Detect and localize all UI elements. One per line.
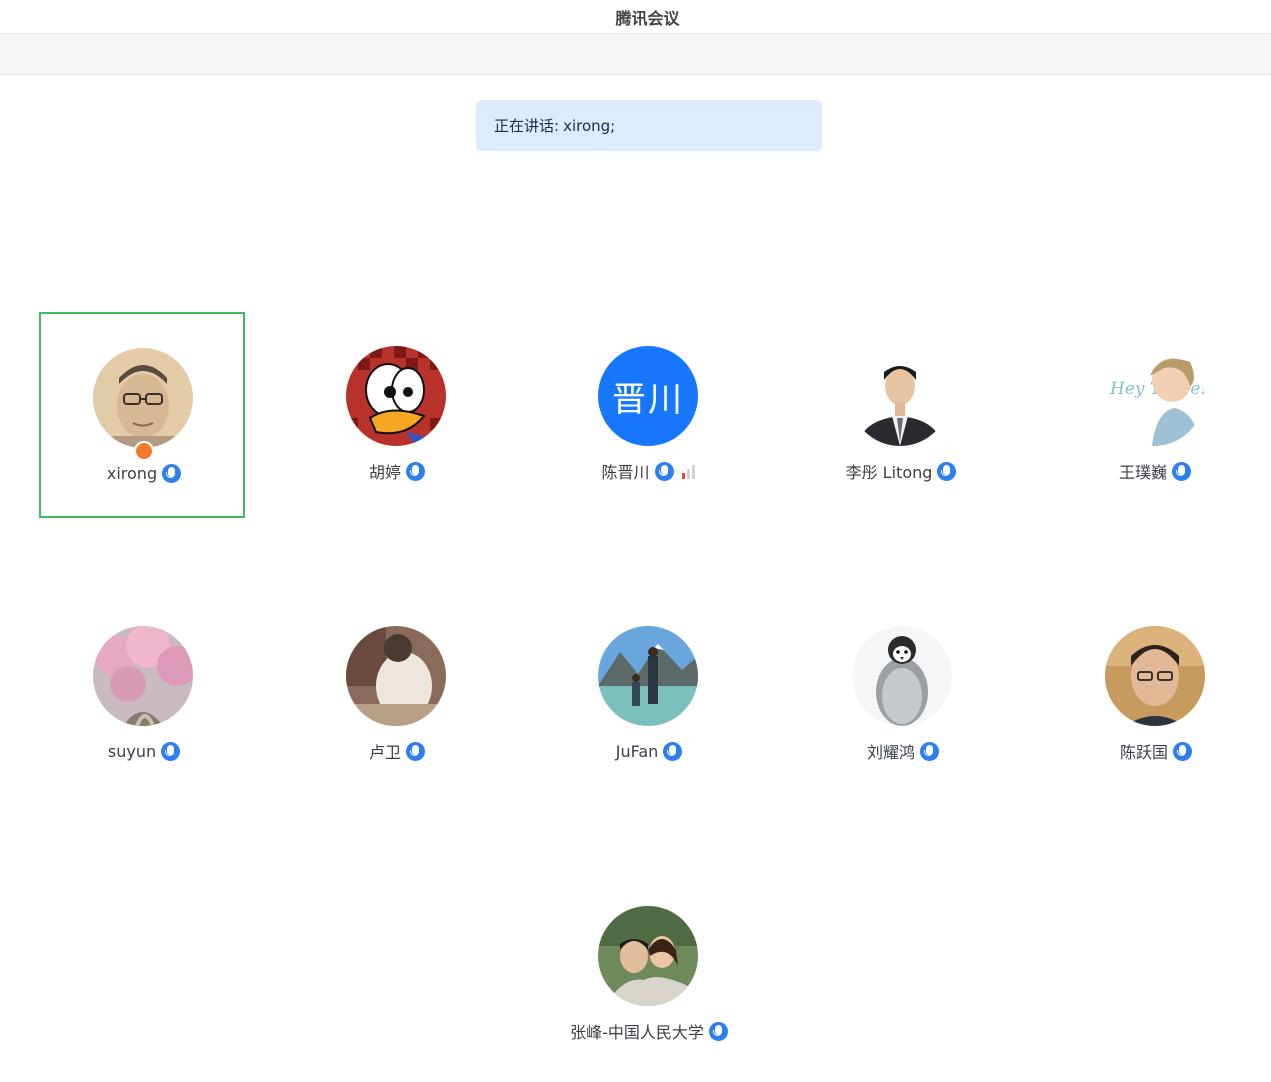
window-titlebar: 腾讯会议 xyxy=(0,0,1271,34)
mic-icon[interactable] xyxy=(406,461,425,481)
mic-icon[interactable] xyxy=(920,741,939,761)
participant-name-row: 李彤 Litong xyxy=(798,460,1004,482)
window-title: 腾讯会议 xyxy=(615,8,680,28)
avatar xyxy=(346,626,446,726)
speaking-indicator: 正在讲话: xirong; xyxy=(476,100,822,151)
participant-name-row: 卢卫 xyxy=(294,740,500,762)
participant-name: xirong xyxy=(106,463,158,483)
avatar xyxy=(598,626,698,726)
participant-tile-luwei[interactable]: 卢卫 xyxy=(294,592,500,798)
participant-tile-chenjinchuan[interactable]: 晋川 陈晋川 xyxy=(546,312,752,518)
avatar xyxy=(598,906,698,1006)
participant-name-row: 张峰-中国人民大学 xyxy=(506,1020,792,1042)
mic-icon[interactable] xyxy=(406,741,425,761)
participant-name-row: 王璞巍 xyxy=(1052,460,1258,482)
participant-name-row: suyun xyxy=(41,740,247,762)
participant-name-row: 陈跃国 xyxy=(1053,740,1259,762)
participant-name: 卢卫 xyxy=(368,743,401,762)
avatar xyxy=(1105,626,1205,726)
mic-icon[interactable] xyxy=(1173,741,1192,761)
participant-tile-jufan[interactable]: JuFan xyxy=(546,592,752,798)
meeting-toolbar xyxy=(0,34,1271,75)
mic-icon[interactable] xyxy=(162,463,182,483)
avatar xyxy=(346,346,446,446)
mic-icon[interactable] xyxy=(937,461,957,481)
participant-tile-litong[interactable]: 李彤 Litong xyxy=(798,312,1004,518)
avatar xyxy=(852,626,952,726)
mic-icon[interactable] xyxy=(663,741,683,761)
participant-name: 李彤 Litong xyxy=(845,463,933,482)
participant-name: 陈晋川 xyxy=(601,463,650,482)
participant-name-row: 胡婷 xyxy=(294,460,500,482)
participant-name-row: JuFan xyxy=(546,740,752,762)
speaking-names: xirong; xyxy=(563,116,616,135)
participant-name-row: 刘耀鸿 xyxy=(800,740,1006,762)
mic-icon[interactable] xyxy=(161,741,181,761)
mic-icon[interactable] xyxy=(1172,461,1191,481)
participant-tile-chenyueguo[interactable]: 陈跃国 xyxy=(1053,592,1259,798)
signal-strength-icon xyxy=(681,463,697,479)
participant-name: 胡婷 xyxy=(368,463,401,482)
avatar-initials: 晋川 xyxy=(612,379,684,420)
participant-name: 陈跃国 xyxy=(1119,743,1168,762)
participant-name-row: xirong xyxy=(41,462,247,484)
participant-tile-liuyaohong[interactable]: 刘耀鸿 xyxy=(800,592,1006,798)
participant-tile-huting[interactable]: 胡婷 xyxy=(294,312,500,518)
participant-tile-wangpuwei[interactable]: Hey There! 王璞巍 xyxy=(1052,312,1258,518)
avatar xyxy=(850,346,950,446)
participant-name-row: 陈晋川 xyxy=(546,460,752,482)
participant-name: 刘耀鸿 xyxy=(866,743,915,762)
participant-tile-xirong[interactable]: xirong xyxy=(39,312,245,518)
participant-name: JuFan xyxy=(615,741,659,761)
avatar xyxy=(93,348,193,448)
avatar: Hey There! xyxy=(1104,346,1204,446)
avatar: 晋川 xyxy=(598,346,698,446)
avatar xyxy=(93,626,193,726)
participant-tile-zhangfeng[interactable]: 张峰-中国人民大学 xyxy=(546,872,752,1078)
mic-icon[interactable] xyxy=(708,1021,728,1041)
participant-name: suyun xyxy=(107,741,157,761)
host-badge-icon xyxy=(134,441,154,461)
participant-tile-suyun[interactable]: suyun xyxy=(41,592,247,798)
mic-icon[interactable] xyxy=(654,461,674,481)
speaking-prefix: 正在讲话: xyxy=(494,117,560,135)
participant-name: 张峰-中国人民大学 xyxy=(570,1023,704,1042)
participant-name: 王璞巍 xyxy=(1118,463,1167,482)
